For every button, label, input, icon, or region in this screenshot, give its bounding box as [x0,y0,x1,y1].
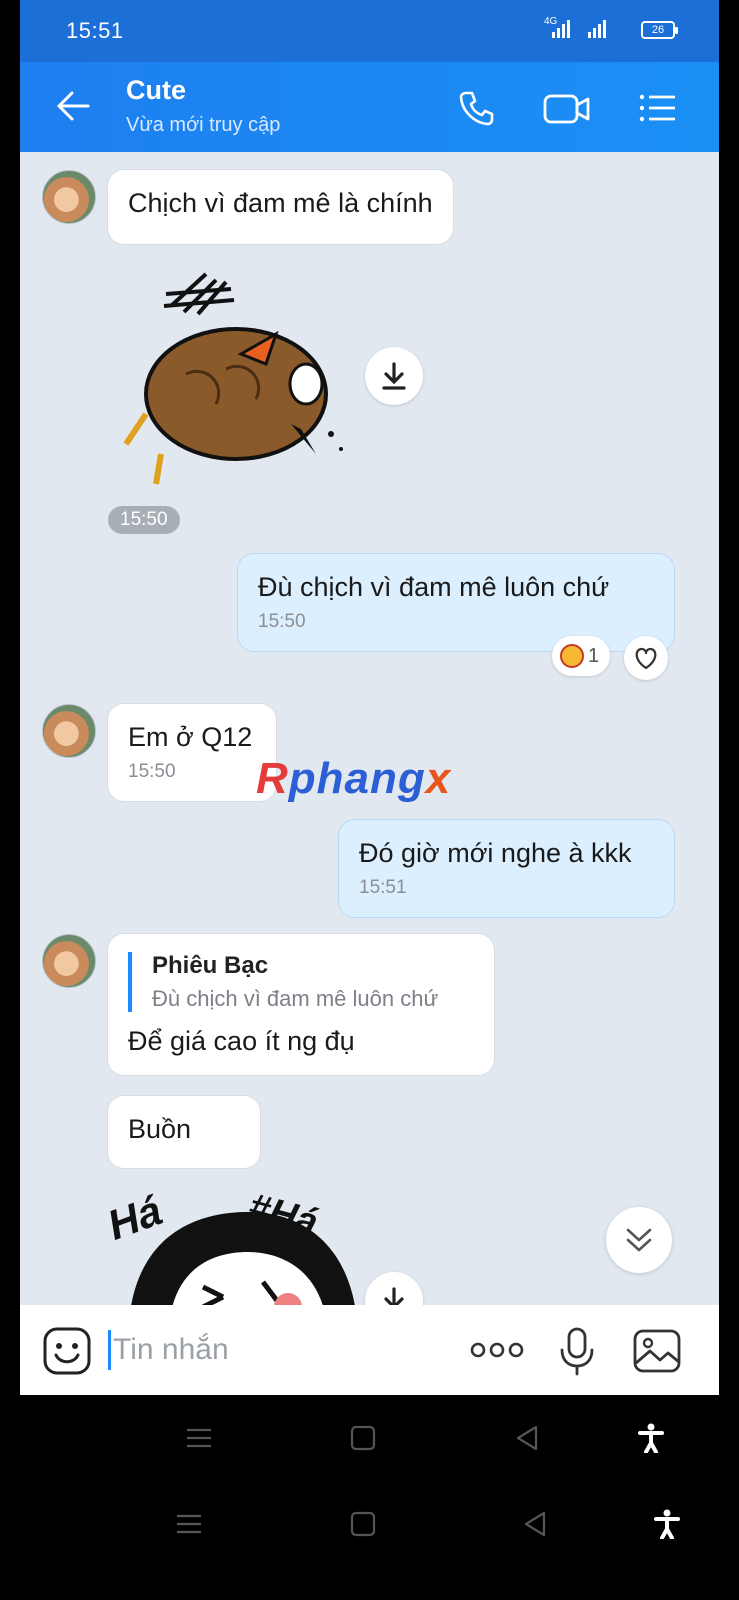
message-text: Chịch vì đam mê là chính [128,188,433,218]
message-time: 15:50 [128,761,176,782]
avatar[interactable] [42,170,96,224]
message-bubble-reply[interactable]: Phiêu Bạc Đù chịch vì đam mê luôn chứ Để… [108,934,494,1075]
timestamp-pill: 15:50 [108,506,180,534]
message-text: Đó giờ mới nghe à kkk [359,838,632,868]
message-text: Em ở Q12 [128,722,253,752]
contact-status: Vừa mới truy cập [126,114,281,136]
download-icon [382,362,406,390]
reaction-badge[interactable]: 1 [552,636,610,676]
avatar[interactable] [42,934,96,988]
status-bar: 15:51 4G 26 [20,0,719,62]
contact-name[interactable]: Cute [126,75,186,106]
home-icon[interactable] [348,1509,378,1539]
avatar[interactable] [42,704,96,758]
navigation-bar-secondary [20,1484,719,1564]
accessibility-icon[interactable] [652,1509,682,1539]
sticker-bird-image[interactable] [116,254,356,494]
chat-area[interactable]: Chịch vì đam mê là chính 15:50 Đù chịch … [20,152,719,1305]
chat-header: Cute Vừa mới truy cập [20,62,719,152]
battery-icon: 26 [641,21,678,39]
watermark-part: R [256,754,289,803]
sticker-laugh-image[interactable]: Há #Há [108,1182,368,1305]
microphone-icon[interactable] [557,1326,597,1376]
menu-list-icon[interactable] [638,88,678,128]
laughing-emoji-icon [560,644,584,668]
message-input[interactable]: Tin nhắn [108,1330,229,1370]
phone-screen: 15:51 4G 26 Cute Vừa mới truy cập Chịch … [20,0,719,1600]
quoted-sender: Phiêu Bạc [152,952,269,979]
watermark-logo: Rphangx [256,754,451,804]
message-bubble[interactable]: Chịch vì đam mê là chính [108,170,453,244]
message-bubble-sent[interactable]: Đó giờ mới nghe à kkk 15:51 [339,820,674,917]
menu-icon[interactable] [174,1509,204,1539]
phone-call-icon[interactable] [456,88,496,128]
message-text: Để giá cao ít ng đụ [128,1026,355,1056]
message-text: Đù chịch vì đam mê luôn chứ [258,572,610,602]
back-icon[interactable] [520,1509,550,1539]
video-call-icon[interactable] [542,88,592,128]
heart-icon [635,647,657,670]
download-button[interactable] [365,347,423,405]
message-bubble-sent[interactable]: Đù chịch vì đam mê luôn chứ 15:50 [238,554,674,651]
quoted-message[interactable]: Phiêu Bạc Đù chịch vì đam mê luôn chứ [128,952,474,1012]
accessibility-icon[interactable] [636,1423,666,1453]
reaction-count: 1 [588,645,600,667]
home-icon[interactable] [348,1423,378,1453]
quoted-text: Đù chịch vì đam mê luôn chứ [152,986,439,1011]
download-button[interactable] [365,1272,423,1305]
network-type: 4G [544,16,558,27]
navigation-bar [20,1398,719,1478]
message-bubble[interactable]: Em ở Q12 15:50 [108,704,276,801]
message-time: 15:50 [258,611,306,632]
watermark-part: phang [288,754,426,803]
emoji-sticker-icon[interactable] [42,1326,92,1376]
network-signal-icon: 4G [542,16,572,38]
status-time: 15:51 [66,18,124,43]
menu-icon[interactable] [184,1423,214,1453]
download-icon [384,1287,404,1305]
back-icon[interactable] [512,1423,542,1453]
wifi-signal-icon [588,20,608,38]
like-button[interactable] [624,636,668,680]
double-chevron-down-icon [626,1228,652,1252]
message-time: 15:51 [359,877,407,898]
message-input-bar: Tin nhắn [20,1305,719,1395]
message-bubble[interactable]: Buồn [108,1096,260,1168]
message-text: Buồn [128,1114,192,1144]
watermark-part: x [425,754,452,803]
more-options-icon[interactable] [470,1340,524,1360]
scroll-to-bottom-button[interactable] [606,1207,672,1273]
back-arrow-icon[interactable] [54,86,94,126]
image-gallery-icon[interactable] [632,1328,682,1374]
